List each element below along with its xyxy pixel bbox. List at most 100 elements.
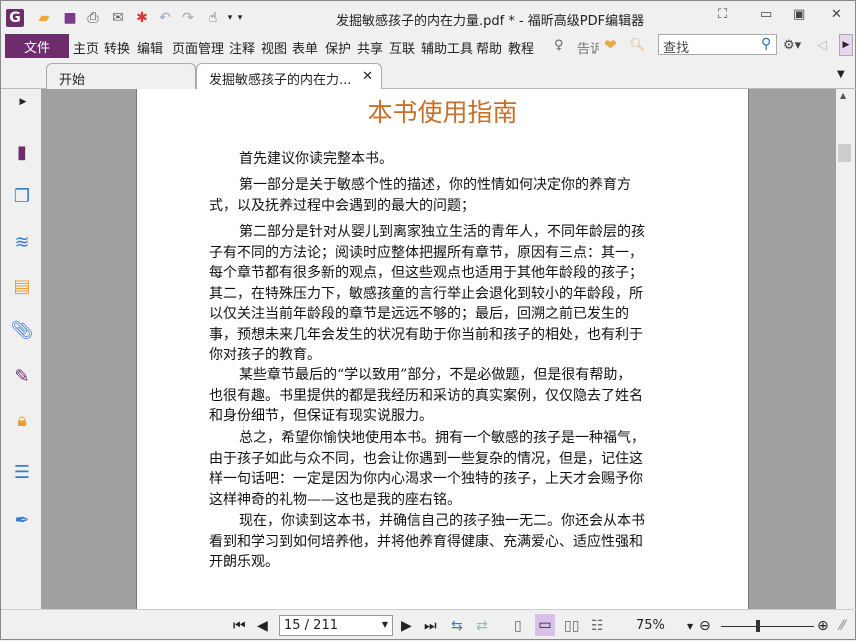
- document-view: 本书使用指南 首先建议你读完整本书。 第一部分是关于敏感个性的描述，你的性情如何决…: [41, 89, 836, 609]
- tell-me[interactable]: 告诉: [577, 38, 599, 57]
- scroll-thumb[interactable]: [838, 144, 851, 162]
- menu-edit[interactable]: 编辑: [137, 38, 163, 57]
- app-logo-icon: G: [6, 9, 24, 27]
- menu-convert[interactable]: 转换: [104, 38, 130, 57]
- text-line: 子有不同的方法论；阅读时应整体把握所有章节，原因有三点：其一，: [209, 244, 643, 261]
- ribbon-right-button[interactable]: ▶: [839, 34, 853, 56]
- text-line: 总之，希望你愉快地使用本书。拥有一个敏感的孩子是一种福气，: [239, 430, 645, 446]
- text-line: 某些章节最后的“学以致用”部分，不是必做题，但是很有帮助，: [239, 367, 632, 383]
- text-line: 事，预想未来几年会发生的状况有助于你当前和孩子的相处，也有利于: [209, 326, 643, 343]
- pdf-page: 本书使用指南 首先建议你读完整本书。 第一部分是关于敏感个性的描述，你的性情如何决…: [136, 89, 749, 609]
- email-icon[interactable]: ✉: [109, 9, 127, 27]
- tab-bar: 开始 发掘敏感孩子的内在力... ✕ ▼: [1, 61, 856, 90]
- signature-icon[interactable]: ✎: [11, 365, 33, 387]
- zoom-slider-thumb[interactable]: [756, 620, 761, 632]
- text-line: 第一部分是关于敏感个性的描述，你的性情如何决定你的养育方: [239, 177, 631, 193]
- text-line: 首先建议你读完整本书。: [239, 151, 393, 167]
- resize-grip-icon: ⁄⁄: [840, 618, 845, 634]
- continuous-page-icon[interactable]: ▭: [535, 614, 555, 636]
- text-line: 第二部分是针对从婴儿到离家独立生活的青年人，不同年龄层的孩: [239, 224, 645, 240]
- menu-connect[interactable]: 互联: [389, 38, 415, 57]
- text-line: 开朗乐观。: [209, 554, 279, 570]
- restore-button[interactable]: ▣: [793, 7, 805, 22]
- tab-document-label: 发掘敏感孩子的内在力...: [209, 73, 352, 88]
- attachment-icon[interactable]: 📎︎: [11, 319, 34, 341]
- text-line: 由于孩子如此与众不同，也会让你遇到一些复杂的情况，但是，记住这: [209, 450, 643, 467]
- next-view-icon[interactable]: ⇄: [476, 618, 488, 634]
- single-page-icon[interactable]: ▯: [514, 618, 522, 634]
- menu-comment[interactable]: 注释: [229, 38, 255, 57]
- close-button[interactable]: ✕: [831, 7, 842, 22]
- text-line: 也很有趣。书里提供的都是我经历和采访的真实案例，仅仅隐去了姓名: [209, 387, 643, 404]
- heart-icon[interactable]: ❤: [604, 36, 617, 54]
- paragraph: 总之，希望你愉快地使用本书。拥有一个敏感的孩子是一种福气， 由于孩子如此与众不同，…: [209, 428, 679, 510]
- page-icon[interactable]: ▮: [11, 141, 33, 163]
- next-page-icon[interactable]: ▶: [401, 618, 412, 634]
- tab-list-icon[interactable]: ▼: [837, 69, 845, 80]
- ribbon-left-icon[interactable]: ◁: [817, 38, 827, 53]
- menu-share[interactable]: 共享: [357, 38, 383, 57]
- tab-start[interactable]: 开始: [46, 63, 196, 90]
- page-number: 15 / 211: [284, 618, 338, 633]
- comments-icon[interactable]: ▤: [11, 275, 33, 297]
- facing-page-icon[interactable]: ▯▯: [564, 618, 579, 634]
- paragraph: 现在，你读到这本书，并确信自己的孩子独一无二。你还会从本书 看到和学习到如何培养他…: [209, 511, 679, 573]
- menu-view[interactable]: 视图: [261, 38, 287, 57]
- layers-icon[interactable]: ≋: [11, 231, 33, 253]
- paragraph: 某些章节最后的“学以致用”部分，不是必做题，但是很有帮助， 也很有趣。书里提供的都…: [209, 365, 679, 427]
- left-sidebar: ▶ ▮ ❐ ≋ ▤ 📎︎ ✎ 🔒︎ ☰ ✒: [1, 89, 41, 609]
- search-icon[interactable]: ⚲: [761, 36, 771, 52]
- menu-home[interactable]: 主页: [73, 38, 99, 57]
- previous-page-icon[interactable]: ◀: [257, 618, 268, 634]
- zoom-out-icon[interactable]: ⊖: [699, 618, 711, 634]
- text-line: 这样神奇的礼物——这也是我的座右铭。: [209, 491, 461, 508]
- menu-file[interactable]: 文件: [5, 34, 69, 58]
- lightbulb-icon[interactable]: ♀: [554, 38, 564, 53]
- first-page-icon[interactable]: ⏮: [233, 618, 246, 634]
- page-number-input[interactable]: 15 / 211 ▼: [279, 615, 393, 636]
- text-line: 式，以及抚养过程中会遇到的最大的问题；: [209, 197, 475, 214]
- zoom-slider[interactable]: [721, 626, 814, 627]
- tab-document[interactable]: 发掘敏感孩子的内在力... ✕: [196, 63, 382, 90]
- undo-icon[interactable]: ↶: [156, 9, 174, 27]
- new-document-icon[interactable]: ✱: [133, 9, 151, 27]
- print-icon[interactable]: ⎙: [84, 9, 102, 27]
- hand-tool-icon[interactable]: ☝: [204, 9, 222, 27]
- text-line: 和身份细节，但保证有现实说服力。: [209, 408, 433, 424]
- scroll-up-icon[interactable]: ▲: [840, 91, 846, 100]
- menu-accessibility[interactable]: 辅助工具: [421, 38, 473, 57]
- last-page-icon[interactable]: ⏭: [424, 618, 437, 634]
- paragraph: 首先建议你读完整本书。: [209, 149, 679, 170]
- zoom-in-icon[interactable]: ⊕: [817, 618, 829, 634]
- text-line: 其二，在特殊压力下，敏感孩童的言行举止会退化到较小的年龄段，所: [209, 285, 643, 302]
- open-folder-icon[interactable]: ▰: [35, 9, 53, 27]
- menu-protect[interactable]: 保护: [325, 38, 351, 57]
- pages-thumbnail-icon[interactable]: ❐: [11, 185, 33, 207]
- minimize-button[interactable]: ▭: [760, 7, 772, 22]
- fullscreen-icon[interactable]: ⛶: [718, 7, 727, 22]
- continuous-facing-icon[interactable]: ☷: [591, 618, 604, 634]
- folder-search-icon[interactable]: 🔍︎: [629, 38, 646, 53]
- menu-help[interactable]: 帮助: [476, 38, 502, 57]
- form-fields-icon[interactable]: ☰: [11, 461, 33, 483]
- previous-view-icon[interactable]: ⇆: [451, 618, 463, 634]
- customize-toolbar-icon[interactable]: ▾: [231, 9, 249, 27]
- text-line: 你对孩子的教育。: [209, 347, 321, 363]
- gear-icon[interactable]: ⚙▾: [783, 38, 801, 53]
- zoom-level[interactable]: 75%: [636, 618, 665, 633]
- search-input[interactable]: 查找: [658, 34, 777, 56]
- save-icon[interactable]: ■: [61, 9, 79, 27]
- expand-sidebar-icon[interactable]: ▶: [18, 91, 28, 113]
- vertical-scrollbar[interactable]: ▲: [836, 89, 854, 609]
- text-line: 样一句话吧：一定是因为你内心渴求一个独特的孩子，上天才会赐予你: [209, 471, 643, 487]
- window-title: 发掘敏感孩子的内在力量.pdf * - 福昕高级PDF编辑器: [336, 14, 645, 29]
- menu-page-manage[interactable]: 页面管理: [172, 38, 224, 57]
- menu-form[interactable]: 表单: [292, 38, 318, 57]
- zoom-dropdown-icon[interactable]: ▼: [687, 622, 693, 631]
- title-bar: G ▰ ■ ⎙ ✉ ✱ ↶ ↷ ☝ ▾ ▾ 发掘敏感孩子的内在力量.pdf * …: [1, 1, 856, 33]
- menu-tutorial[interactable]: 教程: [508, 38, 534, 57]
- close-tab-icon[interactable]: ✕: [362, 69, 373, 84]
- certificate-icon[interactable]: ✒: [11, 509, 33, 531]
- lock-icon[interactable]: 🔒︎: [11, 409, 33, 431]
- redo-icon[interactable]: ↷: [179, 9, 197, 27]
